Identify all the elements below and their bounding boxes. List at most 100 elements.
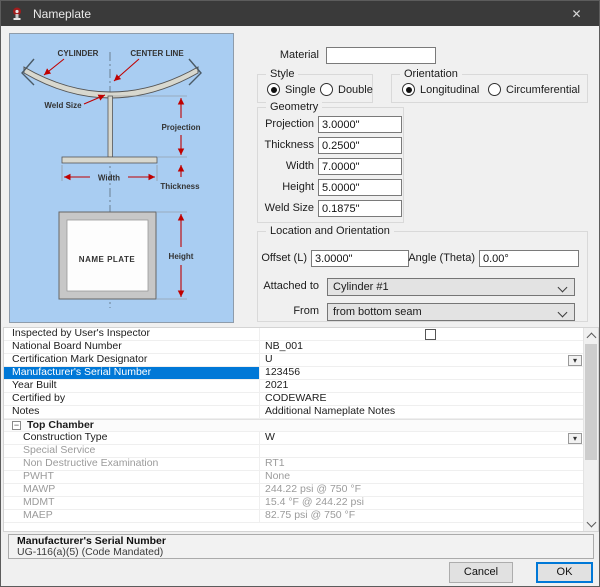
grid-row[interactable]: Year Built 2021 bbox=[4, 380, 583, 393]
grid-row-value[interactable]: RT1 bbox=[260, 458, 583, 470]
scrollbar-thumb[interactable] bbox=[585, 344, 597, 460]
grid-row[interactable]: Certification Mark Designator U ▾ bbox=[4, 354, 583, 367]
title-bar: Nameplate ✕ bbox=[1, 1, 599, 26]
grid-row-label: MAEP bbox=[4, 510, 260, 522]
grid-row[interactable]: National Board Number NB_001 bbox=[4, 341, 583, 354]
radio-longitudinal-icon bbox=[402, 83, 415, 96]
diagram-label-name-plate: NAME PLATE bbox=[79, 255, 136, 264]
ok-button[interactable]: OK bbox=[536, 562, 593, 583]
grid-row-value[interactable]: W ▾ bbox=[260, 432, 583, 444]
grid-row[interactable]: MDMT 15.4 °F @ 244.22 psi bbox=[4, 497, 583, 510]
grid-row-label: − Top Chamber bbox=[4, 420, 583, 431]
grid-row-value[interactable]: NB_001 bbox=[260, 341, 583, 353]
thickness-label: Thickness bbox=[264, 139, 314, 151]
grid-row-value[interactable] bbox=[260, 445, 583, 457]
grid-row[interactable]: Inspected by User's Inspector bbox=[4, 328, 583, 341]
grid-row-label: MAWP bbox=[4, 484, 260, 496]
dropdown-button[interactable]: ▾ bbox=[568, 354, 582, 366]
grid-value-text: 82.75 psi @ 750 °F bbox=[265, 510, 356, 522]
grid-value-text: None bbox=[265, 471, 291, 483]
grid-row[interactable]: Special Service bbox=[4, 445, 583, 458]
grid-value-text: NB_001 bbox=[265, 341, 303, 353]
grid-row-label: Construction Type bbox=[4, 432, 260, 444]
radio-single[interactable]: Single bbox=[267, 83, 316, 96]
grid-row[interactable]: Certified by CODEWARE bbox=[4, 393, 583, 406]
weld-size-input[interactable] bbox=[318, 200, 402, 217]
diagram-label-width: Width bbox=[98, 174, 120, 183]
grid-value-text: 244.22 psi @ 750 °F bbox=[265, 484, 361, 496]
attached-to-label: Attached to bbox=[263, 280, 319, 292]
diagram-label-height: Height bbox=[169, 252, 194, 261]
offset-input[interactable] bbox=[311, 250, 409, 267]
width-input[interactable] bbox=[318, 158, 402, 175]
diagram-label-projection: Projection bbox=[161, 123, 200, 132]
radio-longitudinal[interactable]: Longitudinal bbox=[402, 83, 479, 96]
material-label: Material bbox=[279, 49, 319, 61]
radio-longitudinal-label: Longitudinal bbox=[420, 83, 480, 96]
thickness-input[interactable] bbox=[318, 137, 402, 154]
grid-row[interactable]: Construction Type W ▾ bbox=[4, 432, 583, 445]
vertical-scrollbar[interactable] bbox=[583, 328, 598, 531]
property-grid: Inspected by User's Inspector National Bo… bbox=[3, 327, 599, 532]
close-icon: ✕ bbox=[571, 6, 582, 21]
grid-row-label: Manufacturer's Serial Number bbox=[4, 367, 260, 379]
grid-row-label: National Board Number bbox=[4, 341, 260, 353]
projection-label: Projection bbox=[265, 118, 314, 130]
close-button[interactable]: ✕ bbox=[554, 1, 599, 26]
grid-row-value[interactable]: 244.22 psi @ 750 °F bbox=[260, 484, 583, 496]
grid-row-label: MDMT bbox=[4, 497, 260, 509]
orientation-group-label: Orientation bbox=[400, 67, 462, 81]
grid-row-value[interactable]: 82.75 psi @ 750 °F bbox=[260, 510, 583, 522]
attached-to-value: Cylinder #1 bbox=[333, 281, 389, 293]
grid-row[interactable]: PWHT None bbox=[4, 471, 583, 484]
collapse-icon[interactable]: − bbox=[12, 421, 21, 430]
grid-row[interactable]: Non Destructive Examination RT1 bbox=[4, 458, 583, 471]
grid-row-value[interactable]: Additional Nameplate Notes bbox=[260, 406, 583, 418]
grid-row-value[interactable]: None bbox=[260, 471, 583, 483]
grid-row[interactable]: Notes Additional Nameplate Notes bbox=[4, 406, 583, 419]
cancel-button[interactable]: Cancel bbox=[449, 562, 513, 583]
diagram-label-center-line: CENTER LINE bbox=[130, 49, 184, 58]
grid-row-value[interactable]: U ▾ bbox=[260, 354, 583, 366]
grid-row-value[interactable]: CODEWARE bbox=[260, 393, 583, 405]
chevron-down-icon bbox=[586, 517, 597, 528]
style-group-label: Style bbox=[266, 67, 299, 81]
location-group: Location and Orientation Offset (L) Angl… bbox=[257, 224, 588, 322]
grid-value-text: 15.4 °F @ 244.22 psi bbox=[265, 497, 364, 509]
grid-value-text: Additional Nameplate Notes bbox=[265, 406, 396, 418]
grid-row-value[interactable]: 123456 bbox=[260, 367, 583, 379]
attached-to-select[interactable]: Cylinder #1 bbox=[327, 278, 575, 296]
style-group: Style Single Double bbox=[257, 67, 373, 103]
radio-circumferential[interactable]: Circumferential bbox=[488, 83, 580, 96]
grid-row-label: Non Destructive Examination bbox=[4, 458, 260, 470]
grid-row-value[interactable] bbox=[260, 328, 583, 340]
scroll-down-button[interactable] bbox=[584, 516, 598, 531]
projection-input[interactable] bbox=[318, 116, 402, 133]
grid-value-text: 2021 bbox=[265, 380, 289, 392]
nameplate-diagram-panel: CYLINDER CENTER LINE Weld Size Projectio… bbox=[9, 33, 234, 323]
dropdown-button[interactable]: ▾ bbox=[568, 432, 582, 444]
angle-input[interactable] bbox=[479, 250, 579, 267]
grid-row-value[interactable]: 15.4 °F @ 244.22 psi bbox=[260, 497, 583, 509]
radio-double[interactable]: Double bbox=[320, 83, 373, 96]
diagram-label-thickness: Thickness bbox=[160, 182, 200, 191]
grid-row[interactable]: MAWP 244.22 psi @ 750 °F bbox=[4, 484, 583, 497]
grid-group-row[interactable]: − Top Chamber bbox=[4, 419, 583, 432]
from-label: From bbox=[293, 305, 319, 317]
material-input[interactable] bbox=[326, 47, 436, 64]
grid-row-value[interactable]: 2021 bbox=[260, 380, 583, 392]
grid-row[interactable]: Manufacturer's Serial Number 123456 bbox=[4, 367, 583, 380]
window-title: Nameplate bbox=[33, 6, 92, 21]
height-input[interactable] bbox=[318, 179, 402, 196]
checkbox[interactable] bbox=[425, 328, 436, 340]
location-group-label: Location and Orientation bbox=[266, 224, 394, 238]
from-select[interactable]: from bottom seam bbox=[327, 303, 575, 321]
nameplate-dialog: { "window": { "title": "Nameplate", "clo… bbox=[0, 0, 600, 587]
grid-row[interactable]: MAEP 82.75 psi @ 750 °F bbox=[4, 510, 583, 523]
scroll-up-button[interactable] bbox=[584, 328, 598, 343]
height-label: Height bbox=[282, 181, 314, 193]
info-description: UG-116(a)(5) (Code Mandated) bbox=[17, 546, 164, 558]
radio-circumferential-icon bbox=[488, 83, 501, 96]
grid-value-text: RT1 bbox=[265, 458, 285, 470]
diagram-label-weld-size: Weld Size bbox=[44, 101, 82, 110]
